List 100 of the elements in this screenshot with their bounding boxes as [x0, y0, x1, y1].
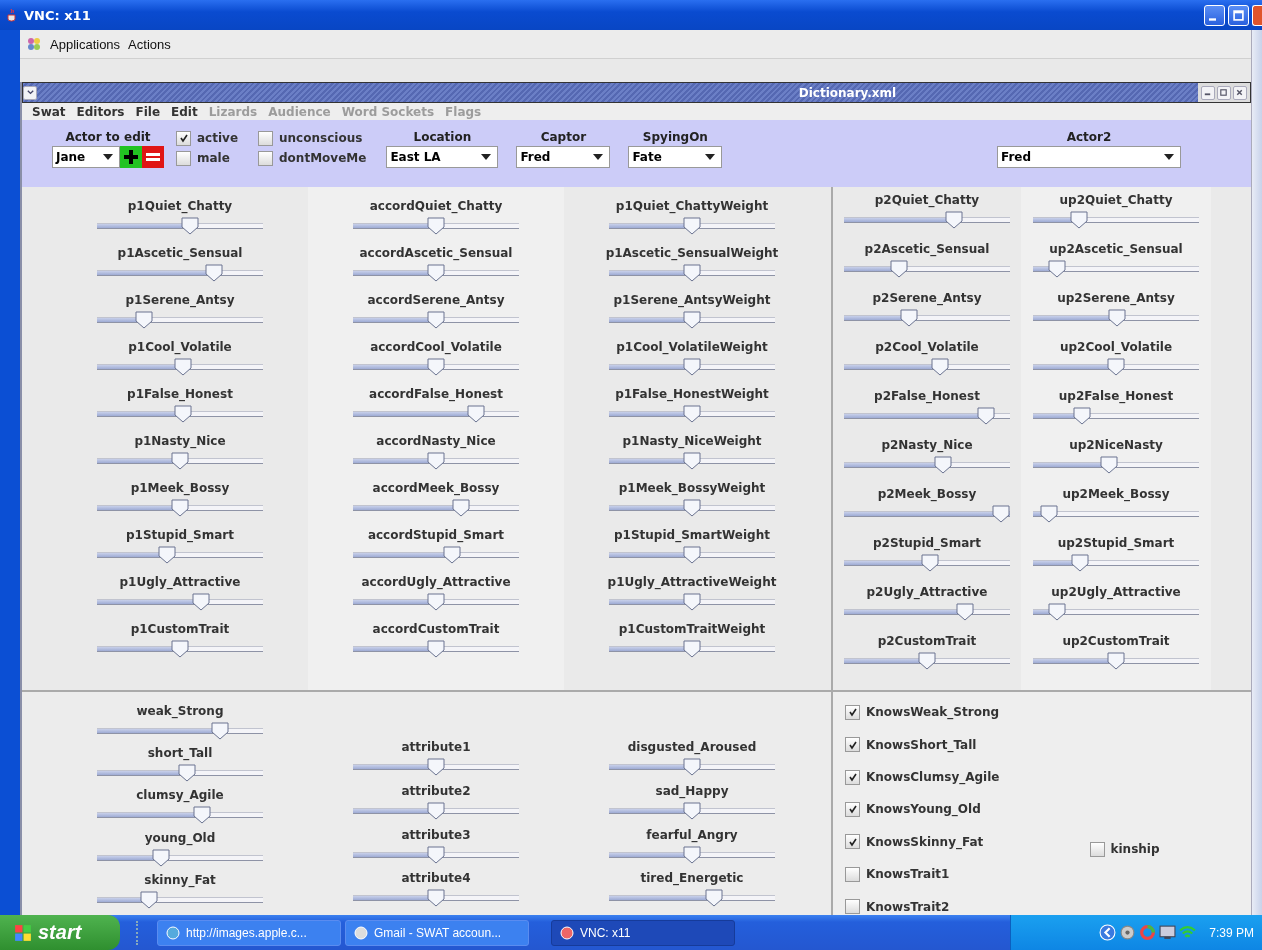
slider-thumb[interactable]: [889, 260, 908, 278]
slider-thumb[interactable]: [151, 848, 170, 867]
menu-item[interactable]: Actions: [128, 36, 171, 52]
menu-item[interactable]: Editors: [76, 104, 125, 119]
slider-thumb[interactable]: [683, 452, 701, 470]
combo-box[interactable]: Fate: [628, 146, 723, 168]
scrollbar[interactable]: [1251, 30, 1262, 915]
slider-thumb[interactable]: [683, 593, 701, 611]
add-button[interactable]: [120, 146, 142, 168]
slider-thumb[interactable]: [705, 889, 724, 908]
slider-thumb[interactable]: [171, 452, 189, 470]
slider-thumb[interactable]: [1040, 505, 1059, 523]
checkbox[interactable]: dontMoveMe: [258, 148, 367, 168]
slider-thumb[interactable]: [683, 264, 701, 282]
close-button[interactable]: [1233, 85, 1247, 100]
checkbox[interactable]: KnowsSkinny_Fat: [845, 833, 1000, 851]
slider-thumb[interactable]: [956, 603, 975, 621]
slider-thumb[interactable]: [1071, 554, 1090, 572]
checkbox[interactable]: KnowsYoung_Old: [845, 801, 1000, 818]
slider-thumb[interactable]: [977, 407, 996, 425]
slider-thumb[interactable]: [683, 358, 701, 376]
speaker-icon[interactable]: [1119, 924, 1137, 941]
slider-thumb[interactable]: [1070, 211, 1088, 229]
slider-thumb[interactable]: [178, 764, 197, 783]
slider-thumb[interactable]: [427, 640, 445, 658]
remove-button[interactable]: [142, 146, 164, 168]
minimize-button[interactable]: [1201, 85, 1215, 100]
slider-thumb[interactable]: [931, 358, 950, 376]
field-label: Location: [413, 130, 472, 144]
slider-thumb[interactable]: [683, 499, 701, 517]
menu-item[interactable]: File: [135, 104, 161, 119]
slider-thumb[interactable]: [1072, 407, 1091, 425]
slider-thumb[interactable]: [683, 801, 701, 820]
slider-thumb[interactable]: [683, 311, 701, 329]
slider-thumb[interactable]: [934, 456, 953, 474]
maximize-button[interactable]: [1217, 85, 1231, 100]
slider-thumb[interactable]: [427, 311, 445, 329]
slider-thumb[interactable]: [427, 217, 445, 235]
taskbar-button[interactable]: http://images.apple.c...: [157, 919, 341, 946]
slider-thumb[interactable]: [193, 806, 212, 825]
slider-thumb[interactable]: [683, 546, 701, 564]
checkbox[interactable]: KnowsClumsy_Agile: [845, 768, 1000, 786]
slider-thumb[interactable]: [210, 722, 229, 740]
slider-thumb[interactable]: [1107, 358, 1125, 376]
slider-thumb[interactable]: [1108, 309, 1127, 327]
checkbox[interactable]: KnowsShort_Tall: [845, 736, 1000, 753]
slider-thumb[interactable]: [918, 652, 936, 670]
slider-thumb[interactable]: [427, 593, 445, 611]
chevron-left-icon[interactable]: [1099, 924, 1117, 941]
checkbox[interactable]: KnowsTrait2: [845, 898, 1000, 915]
slider-thumb[interactable]: [1047, 260, 1066, 278]
taskbar-button[interactable]: VNC: x11: [551, 919, 735, 946]
combo-box[interactable]: Fred: [516, 146, 611, 168]
slider-thumb[interactable]: [1047, 603, 1066, 621]
monitor-icon[interactable]: [1159, 924, 1177, 941]
menu-item[interactable]: Swat: [32, 104, 66, 119]
slider-thumb[interactable]: [920, 554, 939, 572]
menu-item[interactable]: Edit: [171, 104, 198, 119]
slider-thumb[interactable]: [157, 546, 176, 564]
slider-thumb[interactable]: [452, 499, 471, 517]
slider-thumb[interactable]: [1099, 456, 1118, 474]
menu-item[interactable]: Applications: [50, 36, 121, 52]
slider-thumb[interactable]: [427, 801, 445, 820]
checkbox[interactable]: male: [176, 148, 239, 168]
slider-thumb[interactable]: [683, 217, 701, 235]
slider-thumb[interactable]: [205, 264, 224, 282]
slider-thumb[interactable]: [427, 758, 445, 776]
slider-thumb[interactable]: [427, 845, 445, 864]
slider-thumb[interactable]: [683, 405, 701, 423]
slider-thumb[interactable]: [992, 505, 1010, 523]
slider-thumb[interactable]: [173, 405, 192, 423]
slider-thumb[interactable]: [443, 546, 462, 564]
slider-thumb[interactable]: [427, 889, 445, 908]
slider-thumb[interactable]: [181, 217, 200, 235]
slider-thumb[interactable]: [135, 311, 154, 329]
combo-box[interactable]: East LA: [386, 146, 499, 168]
combo-box[interactable]: Fred: [997, 146, 1181, 168]
checkbox[interactable]: KnowsTrait1: [845, 866, 1000, 883]
slider-thumb[interactable]: [427, 358, 445, 376]
slider-thumb[interactable]: [139, 890, 158, 909]
taskbar-button[interactable]: Gmail - SWAT accoun...: [345, 919, 529, 946]
slider-thumb[interactable]: [427, 452, 445, 470]
combo-box[interactable]: Jane: [52, 146, 120, 168]
slider-thumb[interactable]: [900, 309, 919, 327]
checkbox[interactable]: kinship: [1089, 840, 1160, 858]
slider-thumb[interactable]: [466, 405, 485, 423]
slider-thumb[interactable]: [191, 593, 210, 611]
checkbox[interactable]: unconscious: [258, 128, 367, 148]
slider-thumb[interactable]: [683, 758, 701, 776]
slider-thumb[interactable]: [171, 640, 189, 658]
slider-thumb[interactable]: [683, 845, 701, 864]
slider-thumb[interactable]: [427, 264, 445, 282]
checkbox[interactable]: KnowsWeak_Strong: [845, 704, 1000, 721]
slider-thumb[interactable]: [944, 211, 963, 229]
slider-thumb[interactable]: [173, 358, 192, 376]
slider-thumb[interactable]: [171, 499, 189, 517]
checkbox[interactable]: active: [176, 128, 239, 148]
collapse-button[interactable]: [23, 85, 37, 100]
slider-thumb[interactable]: [1107, 652, 1125, 670]
slider-thumb[interactable]: [683, 640, 701, 658]
